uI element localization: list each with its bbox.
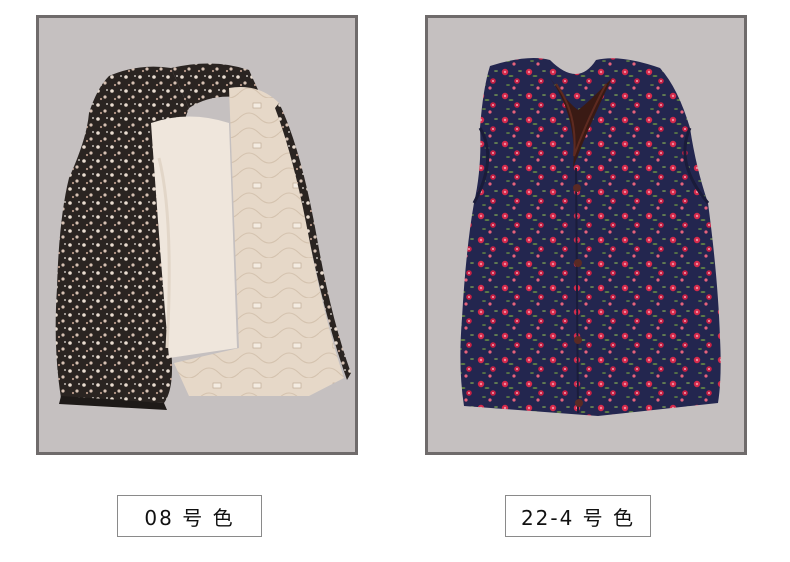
product-image-22-4 (425, 15, 747, 455)
button-4 (575, 399, 583, 407)
product-color-grid: 08 号 色 22-4 号 色 (0, 0, 790, 562)
color-code-label-08: 08 号 色 (117, 495, 262, 537)
button-2 (574, 259, 582, 267)
vest-buttoned-illustration (460, 58, 721, 416)
product-image-08 (36, 15, 358, 455)
color-code-label-22-4: 22-4 号 色 (505, 495, 651, 537)
vest-open-illustration (55, 63, 351, 410)
button-1 (573, 184, 581, 192)
button-3 (574, 336, 582, 344)
